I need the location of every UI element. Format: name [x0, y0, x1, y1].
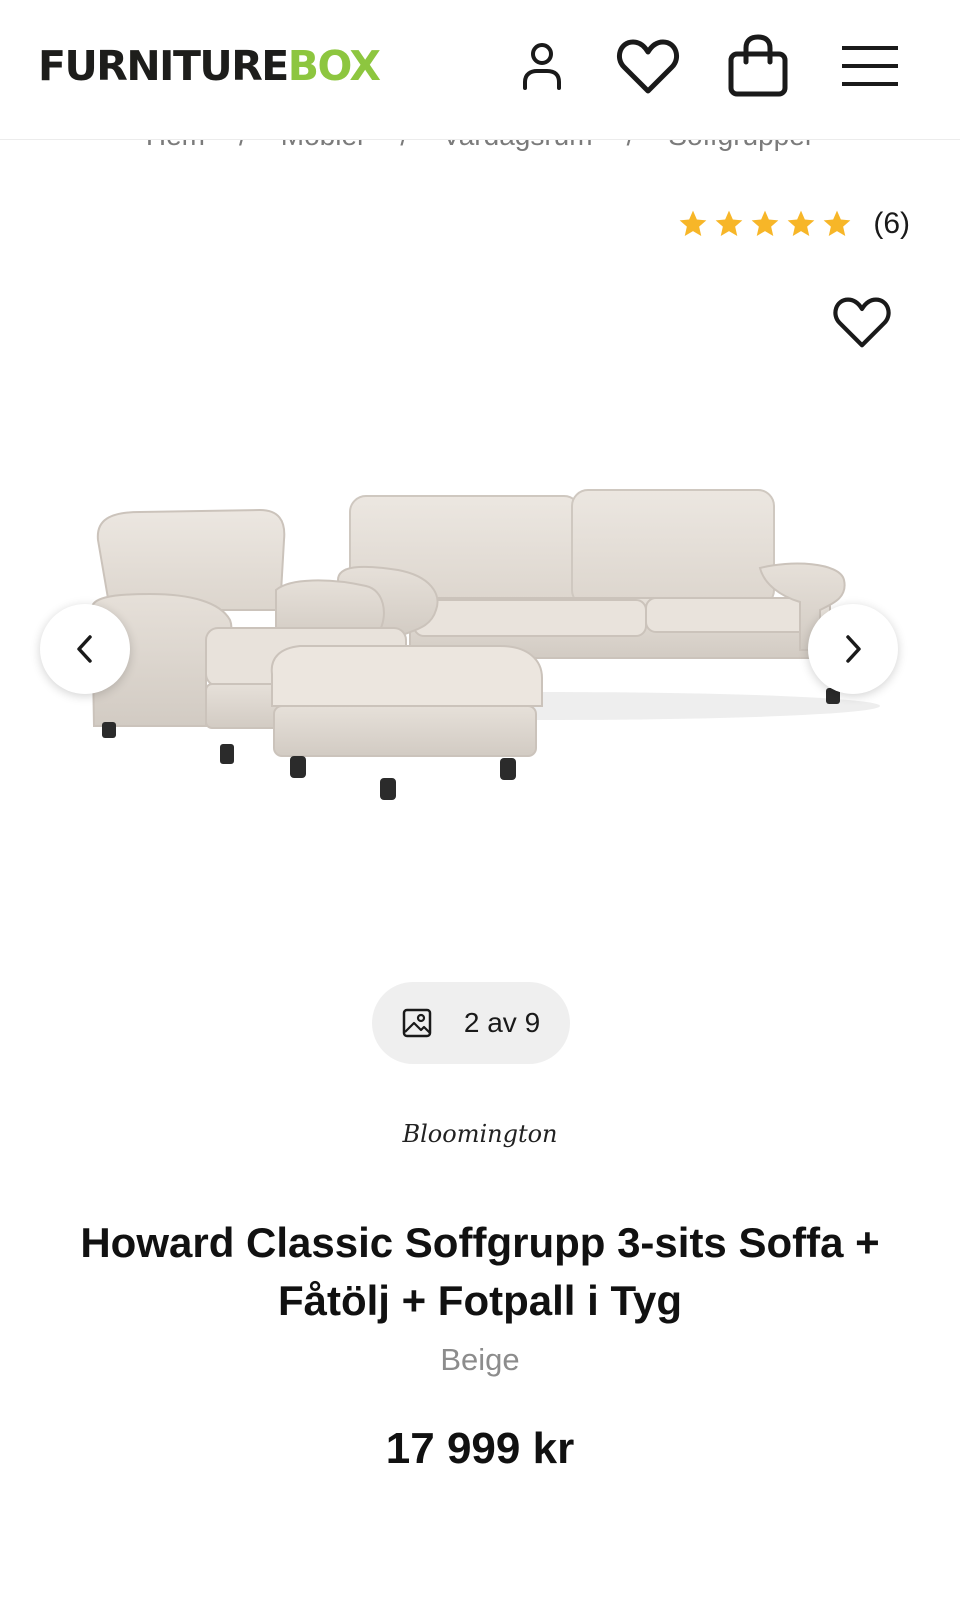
menu-icon	[842, 46, 898, 86]
star-icon	[679, 210, 707, 236]
chevron-right-icon	[846, 635, 861, 663]
cart-button[interactable]	[722, 30, 794, 102]
logo-text-box: BOX	[287, 42, 381, 90]
shopping-bag-icon	[728, 34, 788, 97]
site-header: FURNITURE BOX	[0, 0, 960, 140]
add-to-wishlist-button[interactable]	[828, 288, 896, 356]
image-counter-text: 2 av 9	[463, 1007, 541, 1038]
logo-text-furniture: FURNITURE	[38, 42, 289, 90]
heart-icon	[616, 39, 680, 94]
rating-count: (6)	[873, 207, 910, 240]
product-title: Howard Classic Soffgrupp 3-sits Soffa + …	[80, 1219, 880, 1324]
image-icon	[402, 1008, 432, 1038]
star-icon	[751, 210, 779, 236]
sofa-group-illustration	[90, 489, 880, 800]
next-image-button[interactable]	[808, 604, 898, 694]
rating-stars	[677, 208, 853, 240]
footstool	[270, 645, 543, 800]
brand-logo[interactable]: Bloomington	[0, 1120, 960, 1148]
product-rating[interactable]: (6)	[677, 207, 910, 241]
star-icon	[787, 210, 815, 236]
user-icon	[523, 43, 561, 90]
wishlist-header-button[interactable]	[612, 30, 684, 102]
product-image	[80, 470, 880, 840]
star-icon	[715, 210, 743, 236]
heart-icon	[833, 297, 891, 348]
image-counter[interactable]: 2 av 9	[372, 982, 570, 1064]
menu-button[interactable]	[834, 30, 906, 102]
product-color: Beige	[440, 1342, 520, 1377]
site-logo[interactable]: FURNITURE BOX	[38, 40, 381, 92]
star-icon	[823, 210, 851, 236]
account-button[interactable]	[506, 30, 578, 102]
previous-image-button[interactable]	[40, 604, 130, 694]
chevron-left-icon	[77, 635, 92, 663]
product-price: 17 999 kr	[385, 1424, 575, 1473]
